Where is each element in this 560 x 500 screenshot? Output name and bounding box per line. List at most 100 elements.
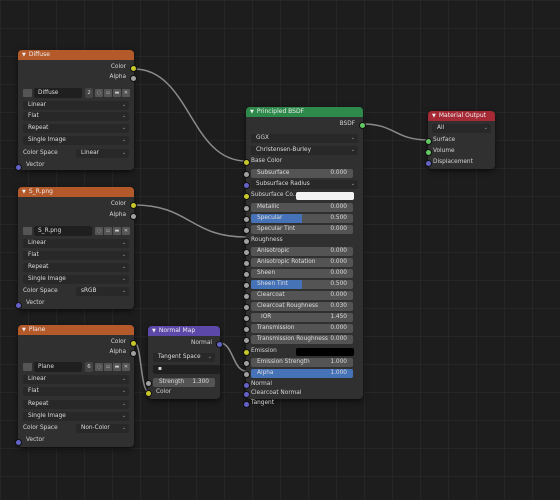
metallic-socket[interactable] (243, 205, 250, 212)
diffuse-image-selector[interactable]: Diffuse 2 ◌ ▫ ▬ ✕ (23, 88, 130, 98)
roughness-socket[interactable] (243, 238, 250, 245)
ior-socket[interactable] (243, 315, 250, 322)
sheen-field[interactable]: Sheen 0.000 (251, 269, 353, 278)
srpng-image-name[interactable]: S_R.png (34, 226, 92, 236)
open-folder-icon[interactable]: ▬ (113, 227, 121, 235)
emission-strength-socket[interactable] (243, 360, 250, 367)
new-image-icon[interactable]: ▫ (104, 89, 112, 97)
diffuse-image-node[interactable]: ▼ Diffuse Color Alpha Diffuse 2 ◌ ▫ ▬ ✕ L… (15, 50, 137, 171)
srpng-color-space-dropdown[interactable]: sRGB ⌄ (76, 287, 129, 296)
specular-field[interactable]: Specular 0.500 (251, 214, 353, 223)
normal-map-header[interactable]: ▼ Normal Map (148, 326, 220, 336)
plane-image-selector[interactable]: Plane 6 ◌ ▫ ▬ ✕ (23, 362, 130, 372)
fake-user-icon[interactable]: ◌ (95, 227, 103, 235)
displacement-socket[interactable] (425, 160, 432, 167)
collapse-icon[interactable]: ▼ (432, 113, 436, 119)
plane-image-node[interactable]: ▼ Plane Color Alpha Plane 6 ◌ ▫ ▬ ✕ Linea… (15, 325, 137, 447)
volume-socket[interactable] (425, 149, 432, 156)
unlink-icon[interactable]: ✕ (122, 227, 130, 235)
srpng-vector-socket[interactable] (15, 302, 22, 309)
plane-image-name[interactable]: Plane (34, 362, 82, 372)
srpng-source-dropdown[interactable]: Single Image ⌄ (23, 275, 129, 284)
ior-field[interactable]: IOR 1.450 (251, 313, 353, 322)
fake-user-icon[interactable]: ◌ (95, 363, 103, 371)
collapse-icon[interactable]: ▼ (250, 109, 254, 115)
clearcoat-roughness-field[interactable]: Clearcoat Roughness 0.030 (251, 302, 353, 311)
srpng-alpha-socket[interactable] (130, 213, 137, 220)
diffuse-color-socket[interactable] (130, 65, 137, 72)
collapse-icon[interactable]: ▼ (152, 328, 156, 334)
anisotropic-socket[interactable] (243, 249, 250, 256)
collapse-icon[interactable]: ▼ (22, 189, 26, 195)
clearcoat-roughness-socket[interactable] (243, 304, 250, 311)
alpha-socket[interactable] (243, 371, 250, 378)
plane-projection-dropdown[interactable]: Flat ⌄ (23, 387, 129, 396)
collapse-icon[interactable]: ▼ (22, 52, 26, 58)
image-browse-icon[interactable] (23, 89, 32, 97)
transmission-roughness-field[interactable]: Transmission Roughness 0.000 (251, 335, 353, 344)
principled-bsdf-node[interactable]: ▼ Principled BSDF BSDF GGX ⌄ Christensen-B… (243, 107, 366, 408)
normal-socket[interactable] (243, 382, 250, 389)
plane-color-space-dropdown[interactable]: Non-Color ⌄ (76, 424, 129, 433)
output-node-header[interactable]: ▼ Material Output (428, 111, 495, 121)
diffuse-source-dropdown[interactable]: Single Image ⌄ (23, 136, 129, 145)
output-target-dropdown[interactable]: All ⌄ (432, 124, 491, 133)
specular-tint-field[interactable]: Specular Tint 0.000 (251, 225, 353, 234)
normal-map-space-dropdown[interactable]: Tangent Space ⌄ (153, 353, 215, 362)
srpng-extension-dropdown[interactable]: Repeat ⌄ (23, 263, 129, 272)
normal-strength-field[interactable]: Strength 1.300 (153, 378, 215, 387)
srpng-image-node[interactable]: ▼ S_R.png Color Alpha S_R.png ◌ ▫ ▬ ✕ Lin… (15, 187, 137, 309)
bsdf-node-header[interactable]: ▼ Principled BSDF (246, 107, 363, 117)
diffuse-node-header[interactable]: ▼ Diffuse (18, 50, 134, 60)
subsurface-color-swatch[interactable] (296, 192, 354, 200)
diffuse-extension-dropdown[interactable]: Repeat ⌄ (23, 124, 129, 133)
emission-socket[interactable] (243, 349, 250, 356)
clearcoat-normal-socket[interactable] (243, 391, 250, 398)
transmission-field[interactable]: Transmission 0.000 (251, 324, 353, 333)
bsdf-output-socket[interactable] (359, 122, 366, 129)
plane-interpolation-dropdown[interactable]: Linear ⌄ (23, 375, 129, 384)
strength-socket[interactable] (145, 380, 152, 387)
plane-alpha-socket[interactable] (130, 350, 137, 357)
sheen-tint-field[interactable]: Sheen Tint 0.500 (251, 280, 353, 289)
plane-source-dropdown[interactable]: Single Image ⌄ (23, 412, 129, 421)
alpha-field[interactable]: Alpha 1.000 (251, 369, 353, 378)
subsurface-radius-socket[interactable] (243, 182, 250, 189)
sheen-socket[interactable] (243, 271, 250, 278)
collapse-icon[interactable]: ▼ (22, 327, 26, 333)
open-folder-icon[interactable]: ▬ (113, 363, 121, 371)
plane-color-socket[interactable] (130, 340, 137, 347)
srpng-interpolation-dropdown[interactable]: Linear ⌄ (23, 239, 129, 248)
metallic-field[interactable]: Metallic 0.000 (251, 203, 353, 212)
subsurface-color-socket[interactable] (243, 193, 250, 200)
material-output-node[interactable]: ▼ Material Output All ⌄ Surface Volume Dis… (425, 111, 495, 169)
plane-node-header[interactable]: ▼ Plane (18, 325, 134, 335)
srpng-node-header[interactable]: ▼ S_R.png (18, 187, 134, 197)
specular-tint-socket[interactable] (243, 227, 250, 234)
anisotropic-field[interactable]: Anisotropic 0.000 (251, 247, 353, 256)
transmission-socket[interactable] (243, 326, 250, 333)
srpng-projection-dropdown[interactable]: Flat ⌄ (23, 251, 129, 260)
subsurface-method-dropdown[interactable]: Christensen-Burley ⌄ (251, 146, 358, 155)
diffuse-color-space-dropdown[interactable]: Linear ⌄ (76, 149, 129, 158)
diffuse-projection-dropdown[interactable]: Flat ⌄ (23, 112, 129, 121)
clearcoat-field[interactable]: Clearcoat 0.000 (251, 291, 353, 300)
new-image-icon[interactable]: ▫ (104, 227, 112, 235)
diffuse-alpha-socket[interactable] (130, 75, 137, 82)
diffuse-vector-socket[interactable] (15, 164, 22, 171)
normal-map-output-socket[interactable] (216, 341, 223, 348)
distribution-dropdown[interactable]: GGX ⌄ (251, 134, 358, 143)
plane-extension-dropdown[interactable]: Repeat ⌄ (23, 400, 129, 409)
clearcoat-socket[interactable] (243, 293, 250, 300)
unlink-icon[interactable]: ✕ (122, 89, 130, 97)
unlink-icon[interactable]: ✕ (122, 363, 130, 371)
surface-socket[interactable] (425, 138, 432, 145)
diffuse-image-users[interactable]: 2 (85, 88, 93, 98)
fake-user-icon[interactable]: ◌ (95, 89, 103, 97)
image-browse-icon[interactable] (23, 363, 32, 371)
base-color-socket[interactable] (243, 159, 250, 166)
diffuse-image-name[interactable]: Diffuse (34, 88, 82, 98)
subsurface-field[interactable]: Subsurface 0.000 (251, 169, 353, 178)
subsurface-socket[interactable] (243, 171, 250, 178)
uv-map-field[interactable]: ▪ (153, 365, 220, 374)
